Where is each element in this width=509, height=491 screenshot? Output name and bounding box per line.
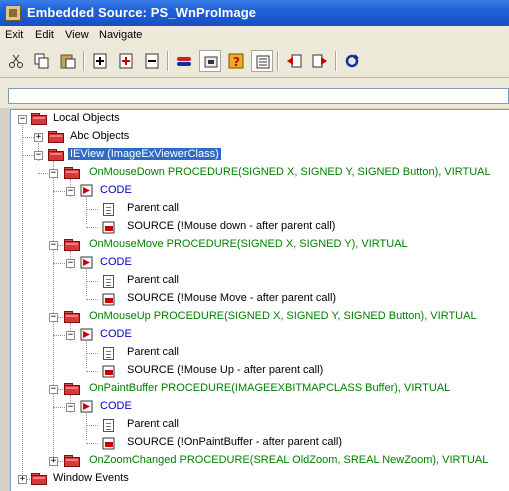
menu-view[interactable]: View xyxy=(65,29,89,41)
document-icon xyxy=(103,275,114,288)
folder-icon xyxy=(48,131,64,143)
menu-bar: Exit Edit View Navigate xyxy=(0,26,509,45)
delete-button[interactable] xyxy=(141,50,163,72)
copy-button[interactable] xyxy=(31,50,53,72)
refresh-button[interactable] xyxy=(341,50,363,72)
collapse-toggle[interactable]: − xyxy=(18,115,27,124)
method-signature: OnZoomChanged PROCEDURE(SREAL OldZoom, S… xyxy=(89,454,489,466)
paste-icon xyxy=(60,54,76,69)
insert-red-icon xyxy=(119,53,133,69)
document-icon xyxy=(103,419,114,432)
menu-edit[interactable]: Edit xyxy=(35,29,54,41)
cut-button[interactable] xyxy=(5,50,27,72)
source-label: SOURCE (!OnPaintBuffer - after parent ca… xyxy=(127,436,342,448)
source-icon xyxy=(102,437,115,450)
embed-tree[interactable]: − Local Objects + Abc Objects − IEView (… xyxy=(10,109,509,491)
folder-icon xyxy=(64,455,80,467)
svg-text:?: ? xyxy=(233,55,240,69)
document-icon xyxy=(103,203,114,216)
document-icon xyxy=(103,347,114,360)
toolbar: ? xyxy=(0,45,509,78)
source-label: SOURCE (!Mouse Up - after parent call) xyxy=(127,364,324,376)
collapse-toggle[interactable]: − xyxy=(66,187,75,196)
collapse-toggle[interactable]: − xyxy=(66,331,75,340)
insert-icon xyxy=(93,53,107,69)
collapse-toggle[interactable]: − xyxy=(49,241,58,250)
expand-toggle[interactable]: + xyxy=(34,133,43,142)
parent-call-label: Parent call xyxy=(127,346,179,358)
method-signature: OnMouseUp PROCEDURE(SIGNED X, SIGNED Y, … xyxy=(89,310,477,322)
source-icon xyxy=(102,365,115,378)
folder-icon xyxy=(64,311,80,323)
folder-icon xyxy=(64,383,80,395)
parent-call-label: Parent call xyxy=(127,274,179,286)
code-label: CODE xyxy=(100,400,132,412)
help-icon: ? xyxy=(228,53,244,69)
menu-navigate[interactable]: Navigate xyxy=(99,29,142,41)
parent-call-label: Parent call xyxy=(127,202,179,214)
source-icon xyxy=(102,293,115,306)
tree-label: Local Objects xyxy=(53,112,120,124)
code-label: CODE xyxy=(100,256,132,268)
source-icon xyxy=(102,221,115,234)
method-signature: OnMouseMove PROCEDURE(SIGNED X, SIGNED Y… xyxy=(89,238,408,250)
parent-call-label: Parent call xyxy=(127,418,179,430)
source-label: SOURCE (!Mouse Move - after parent call) xyxy=(127,292,337,304)
code-icon xyxy=(80,184,93,197)
code-view-icon xyxy=(177,57,191,66)
method-signature: OnMouseDown PROCEDURE(SIGNED X, SIGNED Y… xyxy=(89,166,491,178)
source-label: SOURCE (!Mouse down - after parent call) xyxy=(127,220,336,232)
delete-icon xyxy=(145,53,159,69)
properties-button[interactable] xyxy=(251,50,273,72)
tree-label: Abc Objects xyxy=(70,130,130,142)
method-signature: OnPaintBuffer PROCEDURE(IMAGEEXBITMAPCLA… xyxy=(89,382,451,394)
collapse-toggle[interactable]: − xyxy=(66,403,75,412)
window-title: Embedded Source: PS_WnProImage xyxy=(27,5,257,20)
previous-button[interactable] xyxy=(283,50,305,72)
next-button[interactable] xyxy=(309,50,331,72)
refresh-icon xyxy=(345,54,359,68)
expand-toggle[interactable]: + xyxy=(18,475,27,484)
folder-icon xyxy=(64,239,80,251)
collapse-toggle[interactable]: − xyxy=(49,385,58,394)
collapse-toggle[interactable]: − xyxy=(49,169,58,178)
folder-icon xyxy=(48,149,64,161)
folder-icon xyxy=(31,473,47,485)
collapse-toggle[interactable]: − xyxy=(66,259,75,268)
tree-label-selected: IEView (ImageExViewerClass) xyxy=(68,148,221,160)
toggle-view-icon xyxy=(204,56,218,68)
expand-toggle[interactable]: + xyxy=(49,457,58,466)
next-icon xyxy=(312,54,327,68)
copy-icon xyxy=(34,53,49,69)
code-label: CODE xyxy=(100,184,132,196)
collapse-toggle[interactable]: − xyxy=(34,151,43,160)
help-button[interactable]: ? xyxy=(225,50,247,72)
code-view-button[interactable] xyxy=(173,50,195,72)
insert-button[interactable] xyxy=(89,50,111,72)
folder-icon xyxy=(31,113,47,125)
paste-button[interactable] xyxy=(57,50,79,72)
collapse-toggle[interactable]: − xyxy=(49,313,58,322)
previous-icon xyxy=(287,54,302,68)
source-edit-field[interactable] xyxy=(8,88,509,104)
title-bar[interactable]: Embedded Source: PS_WnProImage xyxy=(0,0,509,26)
tree-label: Window Events xyxy=(53,472,129,484)
insert-before-button[interactable] xyxy=(115,50,137,72)
properties-icon xyxy=(256,55,270,69)
toggle-view-button[interactable] xyxy=(199,50,221,72)
code-icon xyxy=(80,328,93,341)
code-icon xyxy=(80,256,93,269)
code-icon xyxy=(80,400,93,413)
app-icon xyxy=(5,5,21,21)
folder-icon xyxy=(64,167,80,179)
menu-exit[interactable]: Exit xyxy=(5,29,23,41)
code-label: CODE xyxy=(100,328,132,340)
cut-icon xyxy=(9,54,23,68)
